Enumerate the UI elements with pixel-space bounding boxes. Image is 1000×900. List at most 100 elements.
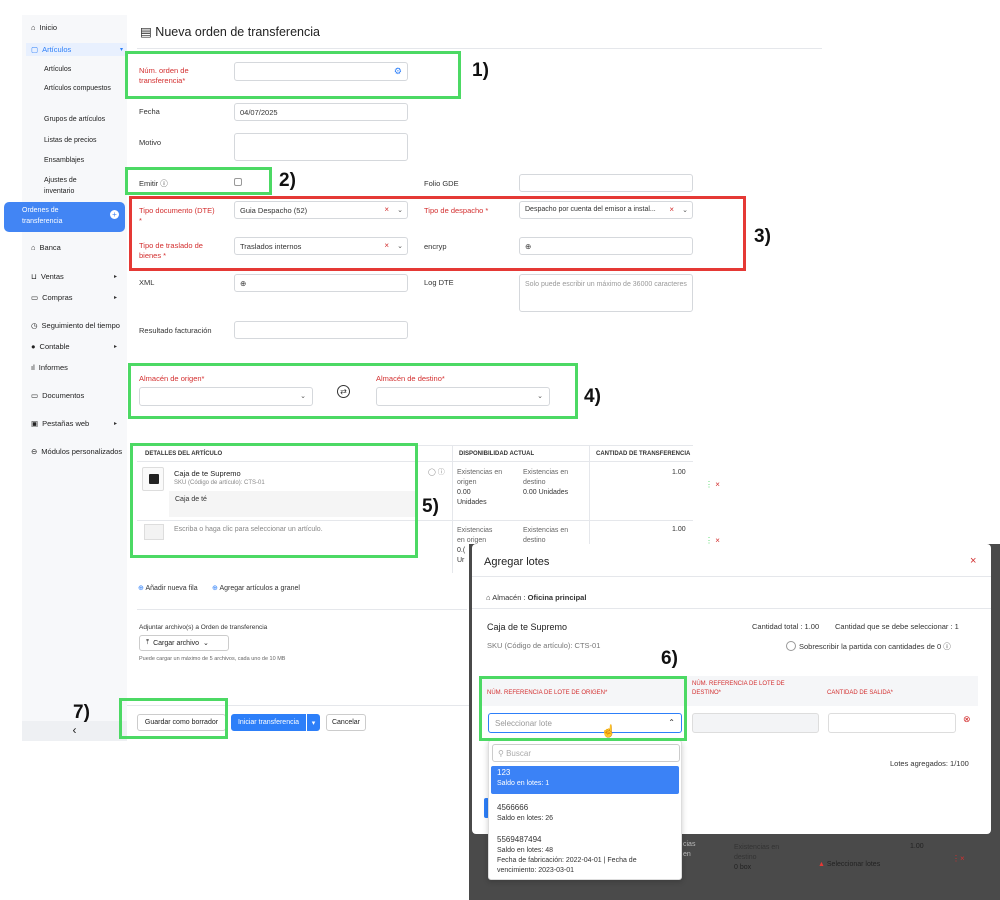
divider	[137, 48, 822, 49]
annotation-label-2: 2)	[279, 170, 296, 191]
divider	[452, 445, 453, 573]
close-icon[interactable]: ×	[970, 555, 976, 567]
sidebar-item-banca[interactable]: ⌂ Banca	[22, 243, 127, 252]
sidebar-sub-item[interactable]: Ajustes de inventario	[44, 175, 104, 197]
warning-icon: ▲	[818, 861, 825, 868]
row1-qty[interactable]: 1.00	[672, 469, 686, 476]
annotation-box-7	[119, 698, 228, 739]
motivo-textarea[interactable]	[234, 133, 408, 161]
lot-dropdown: ⚲ Buscar 123 Saldo en lotes: 1 4566666 Sal…	[488, 740, 682, 880]
sidebar-sub-item[interactable]: Artículos	[44, 64, 124, 75]
sidebar-item-pestanas[interactable]: ▣ Pestañas web ▸	[22, 419, 127, 428]
modal-qty-select: Cantidad que se debe seleccionar : 1	[835, 622, 959, 631]
page-title: ▤ Nueva orden de transferencia	[140, 25, 320, 39]
bg-row-cias: cias en	[683, 841, 696, 858]
sidebar-item-ventas[interactable]: ⊔ Ventas ▸	[22, 272, 127, 281]
attach-label: Adjuntar archivo(s) a Orden de transfere…	[139, 624, 268, 631]
xml-input[interactable]: ⊕	[234, 274, 408, 292]
annotation-box-5	[130, 443, 418, 558]
lot-search-input[interactable]: ⚲ Buscar	[492, 744, 680, 762]
sidebar-sub-item[interactable]: Grupos de artículos	[44, 114, 124, 125]
warehouse-icon: ⌂	[486, 593, 491, 602]
resultado-input[interactable]	[234, 321, 408, 339]
sidebar-item-contable[interactable]: ● Contable ▸	[22, 342, 127, 351]
sidebar-item-ordenes-transferencia[interactable]: Ordenes de transferencia +	[4, 202, 125, 232]
col-cantidad: CANTIDAD DE TRANSFERENCIA	[596, 451, 691, 457]
row2-exist-destino: Existencias en destino	[523, 527, 569, 544]
modules-icon: ⊖	[31, 447, 38, 456]
chevron-right-icon: ▸	[113, 344, 117, 350]
modal-warehouse: ⌂ Almacén : Oficina principal	[486, 593, 587, 602]
user-icon: ●	[31, 342, 36, 351]
divider	[472, 608, 991, 609]
tabs-icon: ▣	[31, 419, 39, 428]
col-disponibilidad: DISPONIBILIDAD ACTUAL	[459, 451, 535, 457]
annotation-box-3	[129, 196, 746, 271]
start-transfer-dropdown[interactable]: ▾	[307, 714, 320, 731]
upload-button[interactable]: ⤒ Cargar archivo ⌄	[139, 635, 229, 651]
row1-exist-origen: Existencias en origen 0.00 Unidades	[457, 469, 503, 506]
cart-icon: ⊔	[31, 272, 37, 281]
fecha-input[interactable]: 04/07/2025	[234, 103, 408, 121]
folio-label: Folio GDE	[424, 179, 459, 188]
lot-option[interactable]: 4566666 Saldo en lotes: 26	[491, 801, 679, 827]
upload-icon: ⤒	[146, 639, 150, 646]
lots-added: Lotes agregados: 1/100	[890, 759, 969, 768]
annotation-box-4	[128, 363, 578, 419]
row1-delete-icon[interactable]: ⋮ ×	[705, 480, 720, 489]
search-icon: ⚲	[498, 749, 504, 758]
annotation-box-2	[125, 167, 272, 195]
divider	[472, 576, 991, 577]
lot-option[interactable]: 5569487494 Saldo en lotes: 48 Fecha de fab…	[491, 833, 679, 877]
annotation-label-5: 5)	[422, 496, 439, 517]
sidebar-item-seguimiento[interactable]: ◷ Seguimiento del tiempo	[22, 321, 127, 330]
document-icon: ▤	[140, 25, 152, 39]
sidebar-lower: ⌂ Banca ⊔ Ventas ▸ ▭ Compras ▸ ◷ Seguimiento d…	[22, 240, 127, 741]
add-bulk-button[interactable]: ⊕ Agregar artículos a granel	[212, 584, 300, 592]
row-actions-icons[interactable]: ◯ ⓘ	[428, 467, 445, 477]
row1-exist-destino: Existencias en destino 0.00 Unidades	[523, 469, 569, 496]
sidebar-sub-item[interactable]: Artículos compuestos	[44, 83, 124, 94]
fecha-label: Fecha	[139, 107, 160, 116]
annotation-box-1	[125, 51, 461, 99]
chevron-right-icon: ▸	[113, 295, 117, 301]
annotation-label-1: 1)	[472, 60, 489, 81]
overwrite-checkbox[interactable]	[786, 641, 796, 651]
modal-item-sku: SKU (Código de artículo): CTS-01	[487, 641, 601, 650]
folder-icon: ▭	[31, 391, 39, 400]
log-label: Log DTE	[424, 278, 454, 287]
sidebar-item-inicio[interactable]: ⌂ Inicio	[22, 23, 127, 32]
plus-icon[interactable]: +	[110, 210, 119, 219]
col-lote-destino: NÚM. REFERENCIA DE LOTE DE DESTINO*	[692, 681, 785, 696]
bg-delete-icon: ⋮×	[952, 854, 965, 863]
bg-select-lots: ▲ Seleccionar lotes	[818, 861, 881, 868]
col-cantidad-salida: CANTIDAD DE SALIDA*	[827, 690, 894, 696]
sidebar-collapse-button[interactable]: ‹	[22, 721, 127, 741]
sidebar-item-modulos[interactable]: ⊖ Módulos personalizados	[22, 447, 127, 456]
cancel-button[interactable]: Cancelar	[326, 714, 366, 731]
clock-icon: ◷	[31, 321, 38, 330]
modal-title: Agregar lotes	[484, 556, 550, 568]
start-transfer-button[interactable]: Iniciar transferencia	[231, 714, 306, 731]
annotation-label-7: 7)	[73, 702, 90, 723]
sidebar-item-compras[interactable]: ▭ Compras ▸	[22, 293, 127, 302]
lot-option[interactable]: 123 Saldo en lotes: 1	[491, 766, 679, 794]
cantidad-salida-input[interactable]	[828, 713, 956, 733]
lote-destino-input[interactable]	[692, 713, 819, 733]
xml-label: XML	[139, 278, 155, 287]
remove-lot-icon[interactable]: ⊗	[963, 714, 971, 725]
sidebar-item-documentos[interactable]: ▭ Documentos	[22, 391, 127, 400]
chevron-down-icon: ▾	[119, 47, 123, 53]
globe-icon: ⊕	[240, 279, 247, 288]
sidebar-item-articulos[interactable]: ▢ Artículos ▾	[26, 43, 127, 56]
sidebar-item-informes[interactable]: ıl Informes	[22, 363, 127, 372]
row2-qty[interactable]: 1.00	[672, 526, 686, 533]
bg-row-destino: Existencias en destino 0 box	[734, 844, 780, 871]
sidebar-sub-item[interactable]: Ensamblajes	[44, 155, 124, 166]
add-row-button[interactable]: ⊕ Añadir nueva fila	[138, 584, 198, 592]
sidebar-sub-item[interactable]: Listas de precios	[44, 135, 124, 146]
annotation-box-6	[479, 676, 687, 741]
log-textarea[interactable]: Solo puede escribir un máximo de 36000 c…	[519, 274, 693, 312]
folio-input[interactable]	[519, 174, 693, 192]
chevron-right-icon: ▸	[113, 421, 117, 427]
